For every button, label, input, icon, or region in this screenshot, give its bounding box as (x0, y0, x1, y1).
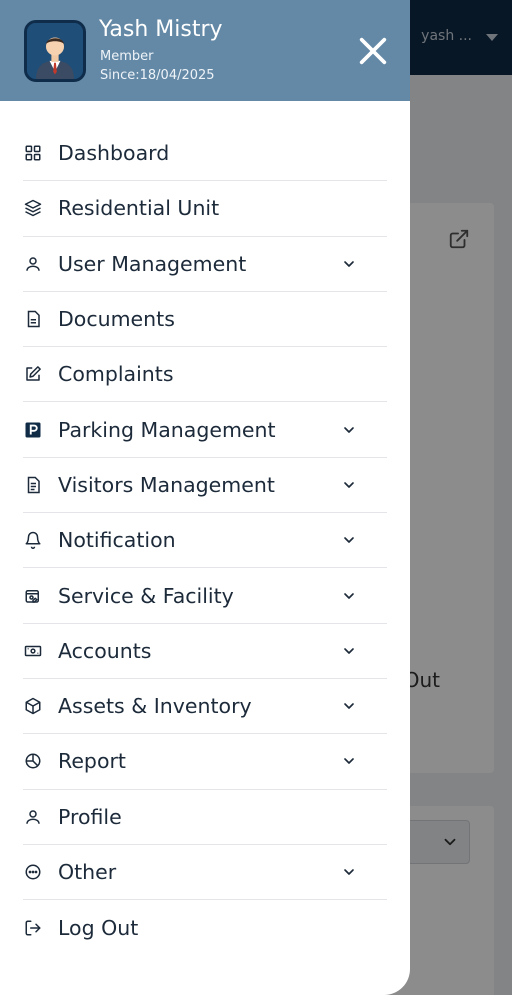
menu-item-profile[interactable]: Profile (23, 790, 387, 845)
service-icon (23, 586, 43, 606)
menu-item-visitors-management[interactable]: Visitors Management (23, 458, 387, 514)
drawer-header: Yash Mistry Member Since:18/04/2025 (0, 0, 410, 101)
menu-label: Accounts (58, 638, 152, 663)
menu-item-parking-management[interactable]: Parking Management (23, 402, 387, 458)
parking-icon (23, 420, 43, 440)
menu-item-assets-inventory[interactable]: Assets & Inventory (23, 679, 387, 735)
chevron-down-icon[interactable] (341, 698, 357, 714)
menu-item-dashboard[interactable]: Dashboard (23, 126, 387, 182)
menu-item-user-management[interactable]: User Management (23, 237, 387, 292)
chevron-down-icon[interactable] (341, 643, 357, 659)
money-icon (23, 641, 43, 661)
menu-item-report[interactable]: Report (23, 734, 387, 790)
chevron-down-icon[interactable] (341, 753, 357, 769)
menu-label: Residential Unit (58, 196, 220, 221)
menu-item-documents[interactable]: Documents (23, 292, 387, 348)
chevron-down-icon[interactable] (341, 422, 357, 438)
menu-label: Other (58, 860, 117, 884)
menu-item-service-facility[interactable]: Service & Facility (23, 568, 387, 624)
layers-icon (23, 198, 43, 218)
close-icon (359, 37, 387, 65)
bell-icon (23, 530, 43, 550)
menu-label: Dashboard (58, 141, 170, 166)
menu-label: Profile (58, 804, 122, 829)
document-icon (23, 309, 43, 329)
user-icon (23, 254, 43, 274)
menu-label: Visitors Management (58, 472, 275, 497)
more-circle-icon (23, 862, 43, 882)
menu-label: User Management (58, 251, 247, 276)
menu-item-other[interactable]: Other (23, 845, 387, 901)
menu-label: Log Out (58, 915, 139, 940)
user-role: Member (100, 49, 154, 64)
chevron-down-icon[interactable] (341, 477, 357, 493)
menu-item-notification[interactable]: Notification (23, 513, 387, 569)
menu-item-residential-unit[interactable]: Residential Unit (23, 181, 387, 237)
menu-item-logout[interactable]: Log Out (23, 900, 387, 955)
close-drawer-button[interactable] (356, 34, 390, 68)
logout-icon (23, 918, 43, 938)
user-name: Yash Mistry (99, 17, 223, 42)
menu-label: Parking Management (58, 417, 276, 442)
avatar (24, 20, 86, 82)
member-since: Since:18/04/2025 (100, 68, 215, 83)
file-text-icon (23, 475, 43, 495)
chevron-down-icon[interactable] (341, 532, 357, 548)
menu-item-complaints[interactable]: Complaints (23, 347, 387, 403)
edit-icon (23, 364, 43, 384)
menu-label: Notification (58, 528, 176, 553)
nav-menu: Dashboard Residential Unit User Manageme… (0, 126, 410, 955)
chevron-down-icon[interactable] (341, 588, 357, 604)
box-icon (23, 696, 43, 716)
user-icon (23, 807, 43, 827)
chevron-down-icon[interactable] (341, 256, 357, 272)
menu-label: Assets & Inventory (58, 694, 252, 719)
menu-label: Report (58, 749, 126, 774)
menu-label: Service & Facility (58, 583, 234, 608)
chevron-down-icon[interactable] (341, 864, 357, 880)
menu-label: Documents (58, 307, 175, 332)
menu-label: Complaints (58, 362, 174, 387)
grid-icon (23, 143, 43, 163)
side-drawer: Yash Mistry Member Since:18/04/2025 Dash… (0, 0, 410, 995)
pie-chart-icon (23, 751, 43, 771)
menu-item-accounts[interactable]: Accounts (23, 624, 387, 679)
